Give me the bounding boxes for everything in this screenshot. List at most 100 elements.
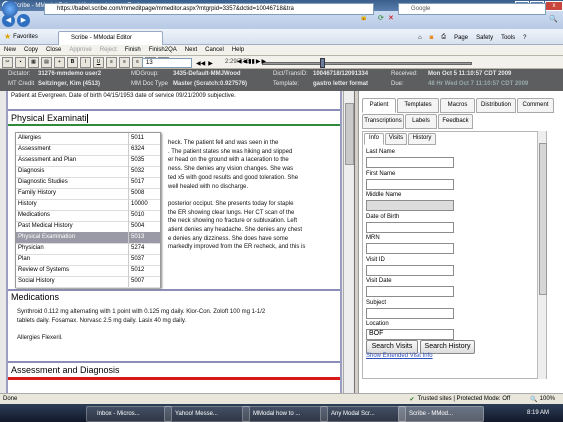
zoom-icon[interactable]: 🔍: [530, 396, 537, 403]
close-button[interactable]: x: [545, 0, 563, 11]
menu-item-next[interactable]: Next: [185, 47, 197, 53]
mrn-input[interactable]: [366, 243, 454, 254]
section-option[interactable]: Social History 5007: [16, 276, 160, 288]
credit-value: Seitzinger, Kim (4513): [38, 81, 101, 87]
pause-icon[interactable]: ▮▮: [248, 58, 255, 65]
help-icon[interactable]: ?: [523, 35, 526, 41]
feeds-icon[interactable]: ◙: [430, 35, 434, 41]
tab-macros[interactable]: Macros: [440, 98, 475, 113]
taskbar-item[interactable]: Yahoo! Messe...: [164, 406, 250, 422]
tools-menu[interactable]: Tools: [501, 35, 515, 41]
menu-item-finish[interactable]: Finish: [125, 47, 141, 53]
stop-icon[interactable]: ✕: [388, 14, 394, 22]
taskbar-item[interactable]: Inbox - Micros...: [86, 406, 172, 422]
document-scroll-thumb[interactable]: [345, 103, 354, 165]
dict-value: 10046718/12091334: [313, 71, 369, 77]
search-visits-button[interactable]: Search Visits: [366, 340, 418, 354]
date-of-birth-input[interactable]: [366, 221, 454, 233]
favorites-button[interactable]: Favorites: [13, 34, 38, 40]
dict-label: Dict/TransID:: [273, 71, 308, 77]
page-menu[interactable]: Page: [454, 35, 468, 41]
menu-item-close[interactable]: Close: [46, 47, 61, 53]
dictator-label: Dictator:: [8, 71, 31, 77]
refresh-icon[interactable]: ⟳: [378, 14, 384, 22]
show-extended-visit-info-link[interactable]: Show Extended Visit Info: [366, 353, 433, 359]
menu-item-finish2qa[interactable]: Finish2QA: [149, 47, 177, 53]
skip-back-icon[interactable]: ◀: [237, 58, 242, 65]
tab-transcriptions[interactable]: Transcriptions: [362, 114, 404, 129]
taskbar-item[interactable]: Scribe - MMod...: [398, 406, 484, 422]
subject-input[interactable]: [366, 307, 454, 319]
font-size-select[interactable]: 13: [142, 58, 192, 68]
forward-button[interactable]: ▶: [17, 13, 30, 27]
received-value: Mon Oct 5 11:10:57 CDT 2009: [428, 71, 512, 77]
section-heading-assessment[interactable]: Assessment and Diagnosis: [8, 365, 343, 375]
start-button[interactable]: [2, 1, 18, 17]
taskbar-item[interactable]: MModal how to ...: [242, 406, 328, 422]
section-heading-physical[interactable]: Physical Examinati: [8, 113, 343, 124]
search-history-button[interactable]: Search History: [420, 340, 475, 354]
menu-item-cancel[interactable]: Cancel: [205, 47, 224, 53]
play-icon[interactable]: ▶: [208, 60, 213, 67]
menu-item-new[interactable]: New: [4, 47, 16, 53]
tab-distribution[interactable]: Distribution: [476, 98, 516, 113]
taskbar-item[interactable]: Any Modal Scr...: [320, 406, 406, 422]
tab-labels[interactable]: Labels: [405, 114, 437, 129]
patient-panel-scroll-thumb[interactable]: [539, 143, 547, 295]
star-icon[interactable]: ★: [4, 32, 11, 41]
url-input[interactable]: https://babel.scribe.com/mmeditpage/mmed…: [44, 3, 374, 15]
zone-text[interactable]: Trusted sites | Protected Mode: Off: [418, 396, 511, 402]
print-icon[interactable]: ⎙: [441, 34, 446, 41]
grid-icon[interactable]: ▤: [41, 56, 52, 68]
playback-slider-thumb[interactable]: [319, 58, 325, 68]
first-name-input[interactable]: [366, 178, 454, 190]
tab-templates[interactable]: Templates: [397, 98, 439, 113]
tab-patient[interactable]: Patient: [362, 98, 396, 113]
section-option-code: 5007: [128, 276, 144, 287]
middle-name-input[interactable]: [366, 200, 454, 211]
section-heading-medications[interactable]: Medications: [8, 292, 343, 302]
save-icon[interactable]: ▪: [15, 56, 26, 68]
safety-menu[interactable]: Safety: [476, 35, 493, 41]
subtab-visits[interactable]: Visits: [385, 133, 407, 145]
menu-item-copy[interactable]: Copy: [24, 47, 38, 53]
underline-icon[interactable]: U: [93, 56, 104, 68]
document-line: the neck showing no fracture or subluxat…: [168, 218, 298, 225]
insert-icon[interactable]: +: [54, 56, 65, 68]
patient-panel-scrollbar[interactable]: [537, 131, 547, 379]
menu-item-help[interactable]: Help: [232, 47, 244, 53]
table-icon[interactable]: ▦: [28, 56, 39, 68]
visit-date-input[interactable]: [366, 286, 454, 297]
skip-forward-icon[interactable]: ▶: [261, 58, 266, 65]
location-input[interactable]: BOF: [366, 329, 454, 340]
cut-icon[interactable]: ✂: [2, 56, 13, 68]
subtab-history[interactable]: History: [408, 133, 436, 145]
section-option-code: 5017: [128, 177, 144, 188]
tab-feedback[interactable]: Feedback: [438, 114, 473, 129]
lock-icon[interactable]: 🔒: [360, 14, 367, 21]
document-line: the ER showing clear lungs. Her CT scan …: [168, 209, 295, 216]
document-line: Allergies Flexeril.: [17, 335, 63, 342]
document-line: Synthroid 0.112 mg alternating with 1 po…: [17, 309, 266, 315]
step-forward-icon[interactable]: ▶: [256, 58, 261, 65]
playback-slider[interactable]: [262, 62, 472, 65]
tab-comment[interactable]: Comment: [517, 98, 554, 113]
section-option-code: 5010: [128, 210, 144, 221]
rewind-icon[interactable]: ◀◀: [196, 60, 205, 67]
align-center-icon[interactable]: ≡: [119, 56, 130, 68]
align-left-icon[interactable]: ≡: [106, 56, 117, 68]
tab-scribe[interactable]: Scribe - MModal Editor: [58, 31, 163, 45]
italic-icon[interactable]: I: [80, 56, 91, 68]
visit-id-input[interactable]: [366, 264, 454, 276]
search-input[interactable]: Google: [398, 3, 546, 15]
home-icon[interactable]: ⌂: [418, 35, 422, 41]
document-scrollbar[interactable]: [343, 91, 354, 393]
subtab-info[interactable]: Info: [364, 133, 384, 145]
search-icon[interactable]: 🔍: [549, 15, 558, 23]
zoom-level[interactable]: 100%: [540, 396, 555, 402]
bold-icon[interactable]: B: [67, 56, 78, 68]
section-picker-list[interactable]: Allergies 5011 Assessment 6324 Assessment an…: [15, 132, 161, 288]
step-back-icon[interactable]: ◀: [243, 58, 248, 65]
section-option-name: Medications: [18, 212, 51, 218]
last-name-input[interactable]: [366, 157, 454, 168]
